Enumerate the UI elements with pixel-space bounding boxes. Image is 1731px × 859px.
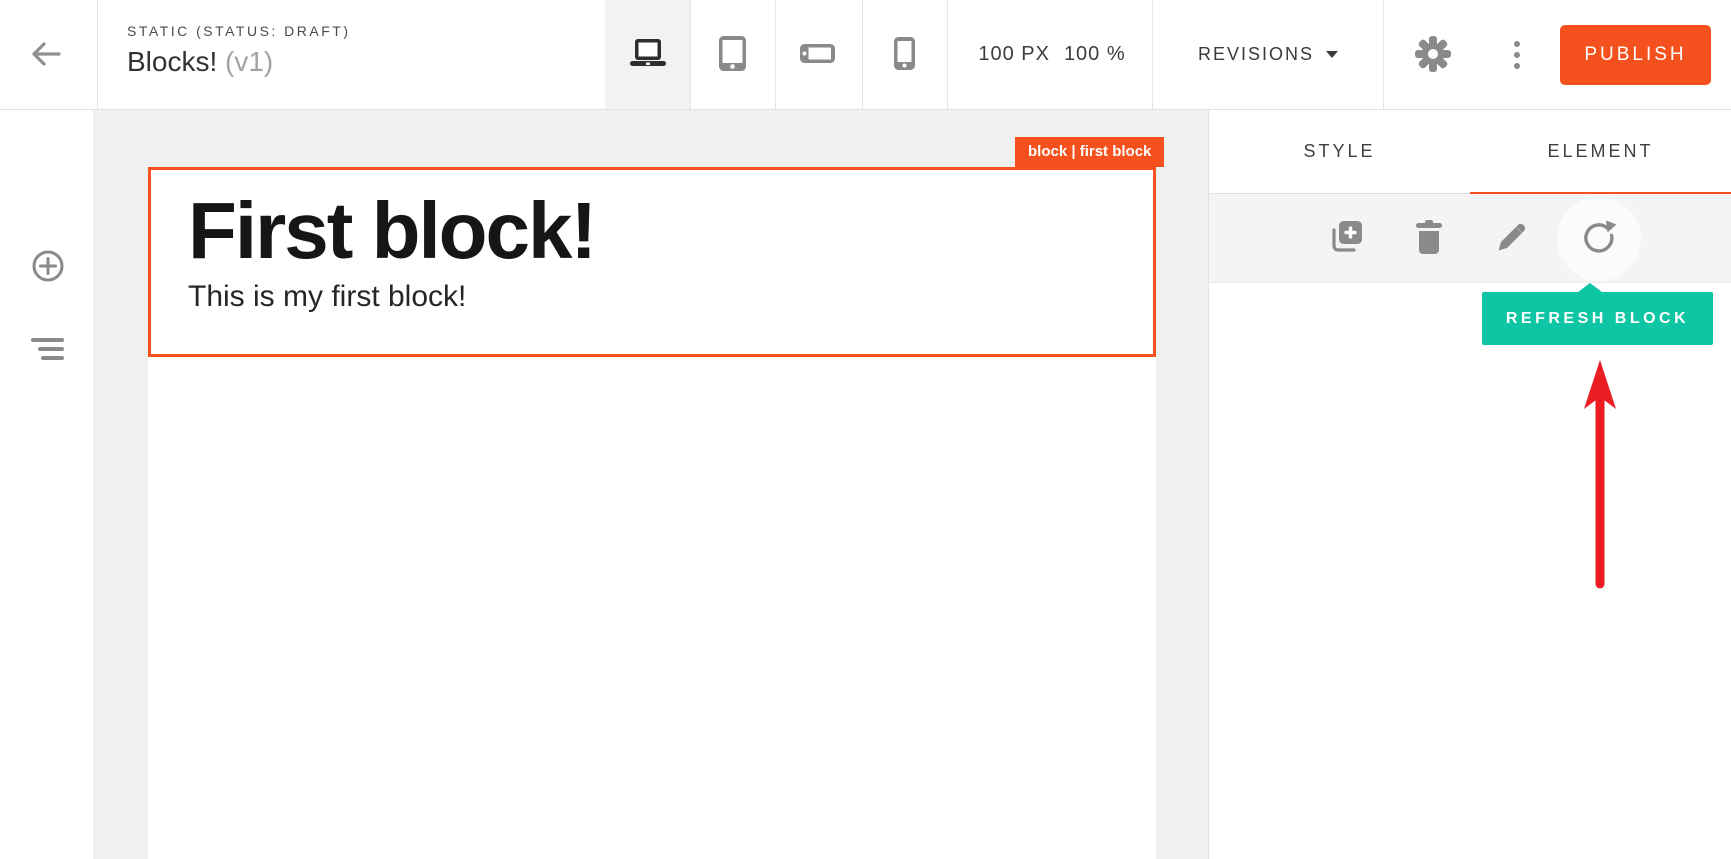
phone-portrait-icon [894, 37, 915, 73]
element-toolbar [1209, 194, 1731, 283]
document-name: Blocks! [127, 46, 217, 77]
settings-button[interactable] [1409, 33, 1457, 77]
tablet-icon [719, 36, 746, 74]
visual-editor: STATIC (STATUS: DRAFT) Blocks! (v1) [0, 0, 1731, 859]
device-preview-phone-landscape[interactable] [775, 0, 860, 109]
document-title-block: STATIC (STATUS: DRAFT) Blocks! (v1) [127, 23, 351, 78]
plus-circle-icon [30, 248, 66, 287]
arrow-left-icon [29, 40, 63, 71]
document-version: (v1) [225, 46, 273, 77]
viewport-dimensions: 100 PX 100 % [952, 0, 1152, 109]
block-list-button[interactable] [24, 326, 72, 374]
gear-icon [1414, 35, 1452, 76]
delete-block-button[interactable] [1400, 210, 1458, 268]
refresh-icon [1581, 220, 1617, 259]
block-heading: First block! [188, 188, 1113, 274]
divider [97, 0, 98, 109]
annotation-arrow-up [1578, 358, 1622, 598]
viewport-zoom-value: 100 % [1064, 43, 1126, 66]
back-button[interactable] [22, 32, 70, 78]
duplicate-block-button[interactable] [1317, 210, 1375, 268]
phone-landscape-icon [800, 44, 835, 66]
inspector-panel: STYLE ELEMENT [1208, 110, 1731, 859]
laptop-icon [628, 37, 668, 72]
more-options-button[interactable] [1497, 33, 1537, 77]
refresh-block-button[interactable] [1570, 210, 1628, 268]
tab-style[interactable]: STYLE [1209, 110, 1470, 193]
revisions-dropdown[interactable]: REVISIONS [1153, 0, 1383, 109]
tooltip-label: REFRESH BLOCK [1506, 310, 1689, 328]
refresh-block-tooltip: REFRESH BLOCK [1482, 292, 1713, 345]
add-block-button[interactable] [24, 243, 72, 291]
edit-block-button[interactable] [1482, 210, 1540, 268]
top-bar: STATIC (STATUS: DRAFT) Blocks! (v1) [0, 0, 1731, 110]
page-title: Blocks! (v1) [127, 46, 351, 78]
pencil-icon [1495, 221, 1528, 257]
trash-icon [1415, 220, 1443, 258]
status-label: STATIC (STATUS: DRAFT) [127, 23, 351, 39]
list-lines-icon [30, 337, 66, 364]
device-preview-laptop[interactable] [605, 0, 690, 109]
duplicate-icon [1328, 220, 1364, 258]
tab-element[interactable]: ELEMENT [1470, 110, 1731, 193]
left-toolbar [0, 110, 93, 859]
selected-block-tag[interactable]: block | first block [1015, 137, 1164, 167]
device-preview-tablet[interactable] [690, 0, 775, 109]
divider [1383, 0, 1384, 109]
selected-block[interactable]: First block! This is my first block! [148, 167, 1156, 357]
chevron-down-icon [1326, 51, 1338, 58]
block-text: This is my first block! [188, 280, 1113, 314]
inspector-tabs: STYLE ELEMENT [1209, 110, 1731, 194]
device-preview-phone-portrait[interactable] [862, 0, 947, 109]
kebab-menu-icon [1514, 41, 1520, 69]
publish-button[interactable]: PUBLISH [1560, 25, 1711, 85]
divider [947, 0, 948, 109]
revisions-label: REVISIONS [1198, 44, 1314, 65]
viewport-width-value: 100 PX [978, 43, 1050, 66]
